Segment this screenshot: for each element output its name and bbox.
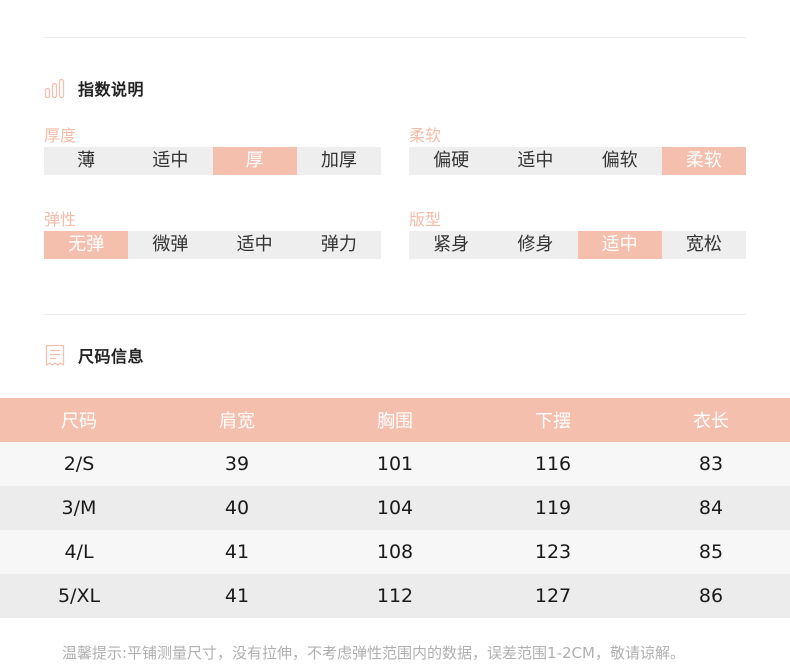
- index-section-header: 指数说明: [44, 76, 144, 100]
- top-divider: [44, 37, 746, 38]
- section-divider: [44, 314, 746, 315]
- index-option: 修身: [517, 234, 554, 255]
- index-option: 无弹: [44, 231, 129, 259]
- table-cell: 119: [474, 486, 632, 530]
- index-label: 柔软: [409, 126, 442, 145]
- index-option: 适中: [152, 150, 189, 171]
- index-option: 加厚: [320, 150, 357, 171]
- index-label: 厚度: [44, 126, 77, 145]
- index-option: 薄: [77, 150, 96, 171]
- index-group-softness: 柔软 偏硬 适中 偏软 柔软: [409, 125, 746, 175]
- table-cell: 101: [316, 442, 474, 486]
- table-row: 4/L 41 108 123 85: [0, 530, 790, 574]
- table-row: 5/XL 41 112 127 86: [0, 574, 790, 618]
- table-cell: 123: [474, 530, 632, 574]
- index-scale: 无弹 微弹 适中 弹力: [44, 231, 381, 259]
- table-cell: 112: [316, 574, 474, 618]
- table-cell: 127: [474, 574, 632, 618]
- table-row: 3/M 40 104 119 84: [0, 486, 790, 530]
- table-cell: 108: [316, 530, 474, 574]
- index-option: 厚: [212, 147, 297, 175]
- size-table-header-row: 尺码 肩宽 胸围 下摆 衣长: [0, 398, 790, 442]
- index-label: 版型: [409, 210, 442, 229]
- index-scale: 偏硬 适中 偏软 柔软: [409, 147, 746, 175]
- measurement-note: 温馨提示:平铺测量尺寸，没有拉伸，不考虑弹性范围内的数据，误差范围1-2CM，敬…: [62, 644, 685, 662]
- table-cell: 41: [158, 530, 316, 574]
- table-cell: 5/XL: [0, 574, 158, 618]
- bar-chart-icon: [44, 77, 66, 99]
- size-table: 尺码 肩宽 胸围 下摆 衣长 2/S 39 101 116 83 3/M 40 …: [0, 398, 790, 618]
- size-section-header: 尺码信息: [44, 343, 144, 367]
- index-option: 适中: [236, 234, 273, 255]
- table-cell: 85: [632, 530, 790, 574]
- index-group-fit: 版型 紧身 修身 适中 宽松: [409, 209, 746, 259]
- index-option: 微弹: [152, 234, 189, 255]
- table-cell: 3/M: [0, 486, 158, 530]
- receipt-icon: [44, 344, 66, 366]
- index-option: 宽松: [685, 234, 722, 255]
- index-option: 弹力: [320, 234, 357, 255]
- table-cell: 41: [158, 574, 316, 618]
- table-cell: 2/S: [0, 442, 158, 486]
- table-cell: 39: [158, 442, 316, 486]
- index-scale: 紧身 修身 适中 宽松: [409, 231, 746, 259]
- index-option: 适中: [517, 150, 554, 171]
- index-group-elasticity: 弹性 无弹 微弹 适中 弹力: [44, 209, 381, 259]
- index-option: 柔软: [661, 147, 746, 175]
- column-header: 尺码: [0, 398, 158, 442]
- column-header: 胸围: [316, 398, 474, 442]
- index-label: 弹性: [44, 210, 77, 229]
- index-section-title: 指数说明: [78, 80, 145, 99]
- index-option: 偏软: [601, 150, 638, 171]
- column-header: 下摆: [474, 398, 632, 442]
- size-section-title: 尺码信息: [78, 347, 145, 366]
- index-option: 偏硬: [433, 150, 470, 171]
- table-cell: 84: [632, 486, 790, 530]
- table-cell: 86: [632, 574, 790, 618]
- table-cell: 4/L: [0, 530, 158, 574]
- table-cell: 116: [474, 442, 632, 486]
- index-scale: 薄 适中 厚 加厚: [44, 147, 381, 175]
- table-cell: 104: [316, 486, 474, 530]
- column-header: 衣长: [632, 398, 790, 442]
- index-option: 适中: [577, 231, 662, 259]
- index-group-thickness: 厚度 薄 适中 厚 加厚: [44, 125, 381, 175]
- table-cell: 83: [632, 442, 790, 486]
- table-row: 2/S 39 101 116 83: [0, 442, 790, 486]
- index-option: 紧身: [433, 234, 470, 255]
- table-cell: 40: [158, 486, 316, 530]
- column-header: 肩宽: [158, 398, 316, 442]
